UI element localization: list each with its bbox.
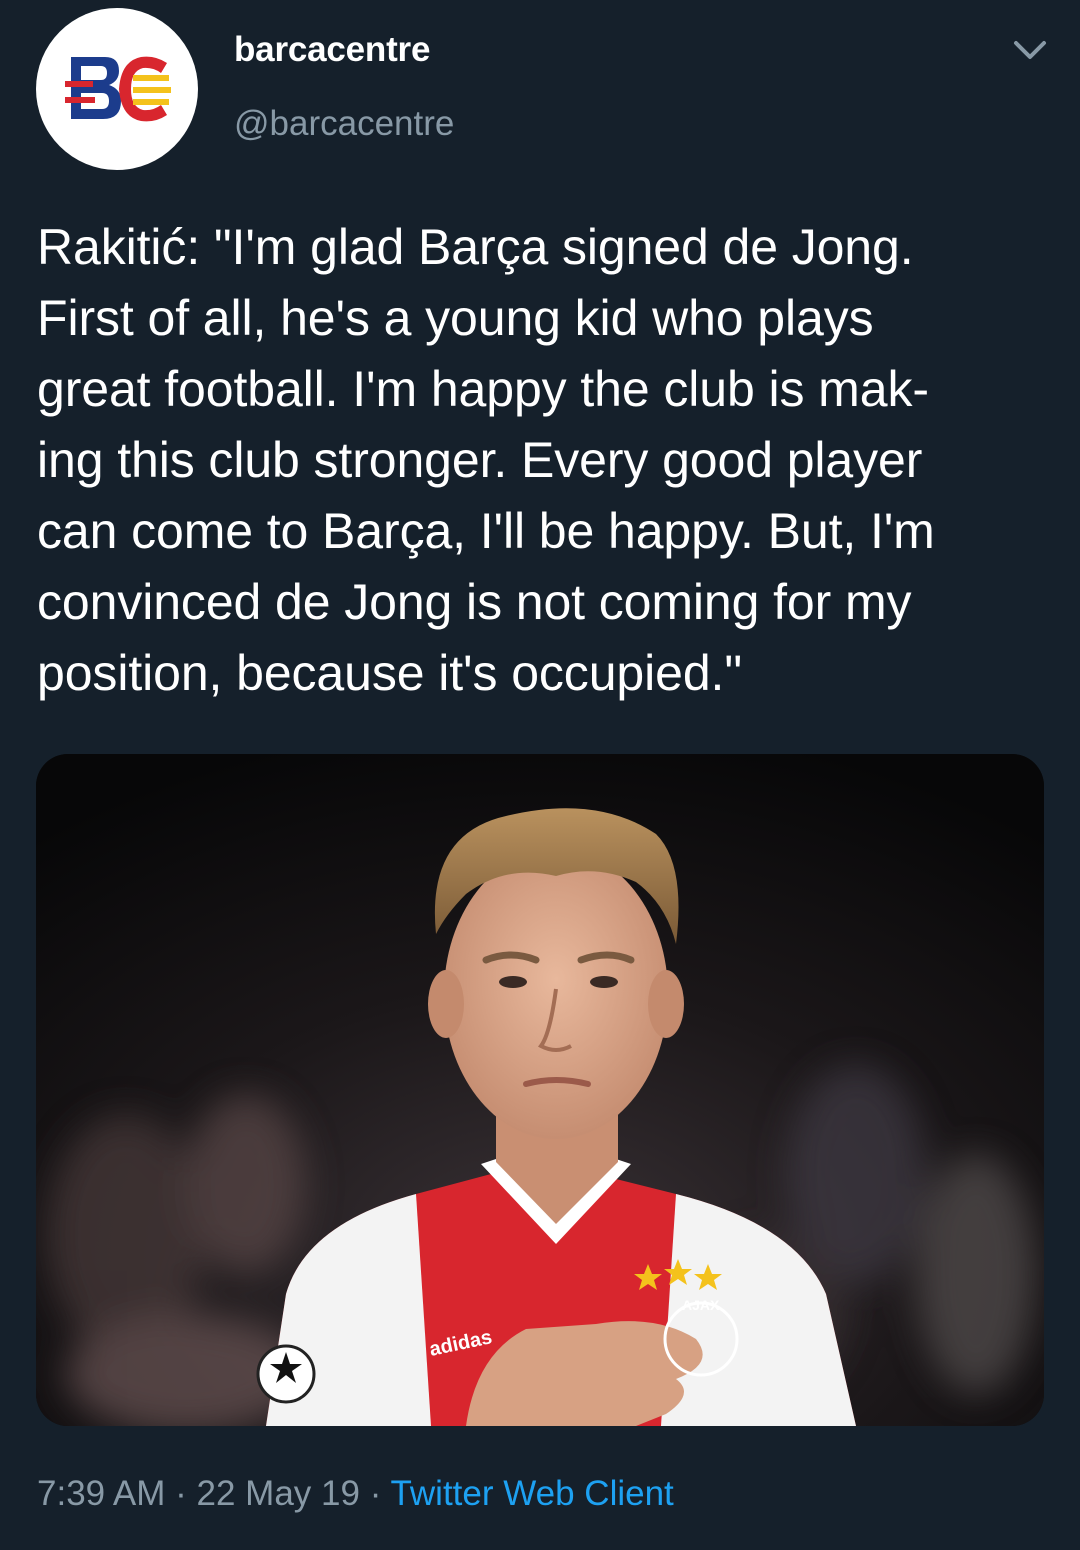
tweet-photo[interactable]: AJAX adidas — [36, 754, 1044, 1426]
meta-separator: · — [359, 1474, 391, 1513]
handle[interactable]: @barcacentre — [234, 104, 454, 144]
tweet-text-line: great football. I'm happy the club is ma… — [37, 361, 929, 417]
meta-separator: · — [165, 1474, 197, 1513]
display-name[interactable]: barcacentre — [234, 30, 430, 70]
tweet-text-line: position, because it's occupied." — [37, 645, 742, 701]
chevron-down-icon[interactable] — [1010, 34, 1050, 66]
tweet-text-line: can come to Barça, I'll be happy. But, I… — [37, 503, 935, 559]
avatar[interactable] — [36, 8, 198, 170]
bc-logo-icon — [65, 56, 171, 122]
tweet-text-line: convinced de Jong is not coming for my — [37, 574, 912, 630]
jersey-crest-text: AJAX — [682, 1297, 720, 1313]
tweet-date[interactable]: 22 May 19 — [197, 1474, 360, 1513]
tweet-time[interactable]: 7:39 AM — [37, 1474, 165, 1513]
tweet-text-line: Rakitić: "I'm glad Barça signed de Jong. — [37, 219, 914, 275]
tweet-text: Rakitić: "I'm glad Barça signed de Jong.… — [37, 212, 1047, 709]
tweet-card: barcacentre @barcacentre Rakitić: "I'm g… — [0, 0, 1080, 1550]
tweet-meta: 7:39 AM · 22 May 19 · Twitter Web Client — [37, 1474, 674, 1514]
tweet-text-line: ing this club stronger. Every good playe… — [37, 432, 923, 488]
football-player-photo: AJAX adidas — [36, 754, 1044, 1426]
tweet-text-line: First of all, he's a young kid who plays — [37, 290, 874, 346]
tweet-client-link[interactable]: Twitter Web Client — [390, 1474, 673, 1513]
